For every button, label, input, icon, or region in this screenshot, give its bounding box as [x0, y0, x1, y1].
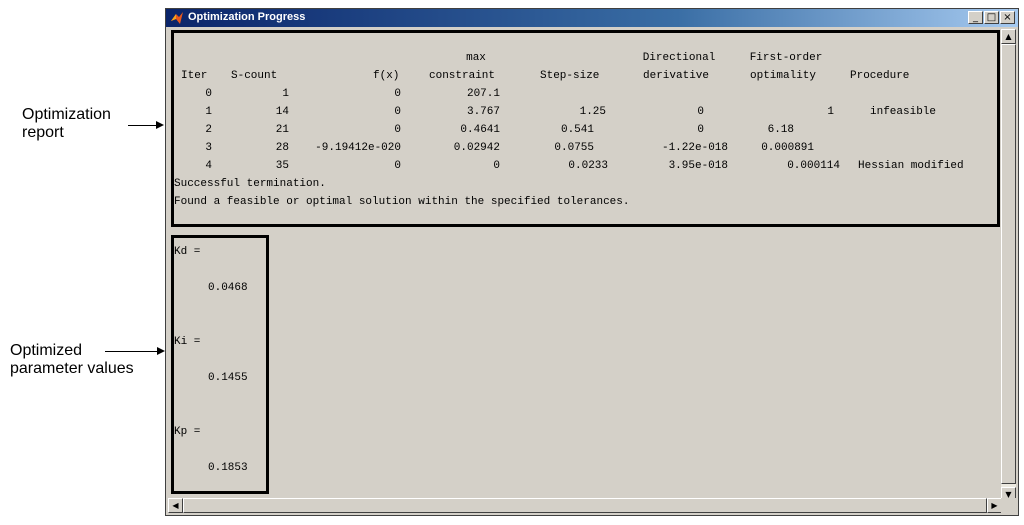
matlab-logo-icon — [171, 12, 183, 24]
annotation-line-2: parameter values — [10, 360, 134, 377]
optimized-parameters-box: Kd = 0.0468 Ki = 0.1455 Kp = 0.1853 — [171, 235, 269, 494]
header-max: max — [466, 52, 486, 64]
scroll-left-button[interactable]: ◀ — [168, 498, 183, 513]
cell-procedure: Hessian modified — [858, 160, 964, 172]
scroll-up-button[interactable]: ▲ — [1001, 29, 1016, 44]
annotation-leader-line — [128, 125, 156, 126]
cell-optimality: 0.000114 — [787, 160, 840, 172]
annotation-line-1: Optimization — [22, 106, 111, 123]
cell-s-count: 21 — [275, 124, 289, 136]
cell-optimality: 1 — [827, 106, 834, 118]
termination-message: Found a feasible or optimal solution wit… — [174, 196, 630, 208]
cell-constraint: 0.02942 — [453, 142, 500, 154]
col-header-procedure: Procedure — [850, 70, 910, 82]
horizontal-scrollbar[interactable]: ◀ ▶ — [168, 498, 1002, 513]
cell-s-count: 14 — [275, 106, 289, 118]
cell-procedure: infeasible — [870, 106, 937, 118]
window-controls: _ □ × — [968, 11, 1015, 24]
param-kd-value: 0.0468 — [208, 282, 248, 294]
cell-constraint: 0 — [493, 160, 500, 172]
close-button[interactable]: × — [1000, 11, 1015, 24]
cell-fx: 0 — [394, 88, 401, 100]
maximize-button[interactable]: □ — [984, 11, 999, 24]
col-header-iter: Iter — [181, 70, 208, 82]
param-ki-value: 0.1455 — [208, 372, 248, 384]
vertical-scroll-thumb[interactable] — [1001, 44, 1016, 484]
cell-iter: 3 — [205, 142, 212, 154]
horizontal-scroll-thumb[interactable] — [183, 498, 987, 513]
header-first-order: First-order — [749, 52, 823, 64]
cell-s-count: 1 — [282, 88, 289, 100]
cell-constraint: 3.767 — [466, 106, 500, 118]
cell-iter: 4 — [205, 160, 212, 172]
annotation-arrow-icon — [156, 121, 164, 129]
cell-step-size: 1.25 — [579, 106, 606, 118]
param-kd-label: Kd = — [174, 246, 201, 258]
cell-iter: 0 — [205, 88, 212, 100]
cell-s-count: 28 — [275, 142, 289, 154]
annotation-optimized-parameters: Optimized parameter values — [10, 342, 134, 378]
cell-step-size: 0.0233 — [568, 160, 608, 172]
cell-fx: -9.19412e-020 — [315, 142, 401, 154]
cell-iter: 2 — [205, 124, 212, 136]
param-kp-label: Kp = — [174, 426, 201, 438]
minimize-button[interactable]: _ — [968, 11, 983, 24]
cell-step-size: 0.541 — [560, 124, 594, 136]
cell-constraint: 0.4641 — [460, 124, 500, 136]
header-directional: Directional — [642, 52, 716, 64]
termination-status: Successful termination. — [174, 178, 326, 190]
window-title: Optimization Progress — [188, 11, 306, 23]
col-header-s-count: S-count — [231, 70, 278, 82]
size-grip[interactable] — [1001, 498, 1016, 513]
col-header-derivative: derivative — [643, 70, 710, 82]
col-header-step-size: Step-size — [540, 70, 600, 82]
cell-optimality: 0.000891 — [761, 142, 814, 154]
output-text-area[interactable]: max Directional First-order Iter S-count… — [168, 29, 1000, 503]
cell-constraint: 207.1 — [466, 88, 500, 100]
cell-fx: 0 — [394, 160, 401, 172]
optimization-progress-window: Optimization Progress _ □ × max Directio… — [165, 8, 1019, 516]
param-ki-label: Ki = — [174, 336, 201, 348]
annotation-arrow-icon — [157, 347, 165, 355]
col-header-optimality: optimality — [750, 70, 817, 82]
annotation-line-2: report — [22, 124, 64, 141]
param-kp-value: 0.1853 — [208, 462, 248, 474]
cell-derivative: 0 — [697, 124, 704, 136]
cell-derivative: 3.95e-018 — [668, 160, 728, 172]
col-header-fx: f(x) — [373, 70, 400, 82]
cell-iter: 1 — [205, 106, 212, 118]
cell-s-count: 35 — [275, 160, 289, 172]
scroll-right-button[interactable]: ▶ — [987, 498, 1002, 513]
cell-fx: 0 — [394, 106, 401, 118]
cell-derivative: -1.22e-018 — [661, 142, 728, 154]
vertical-scrollbar[interactable]: ▲ ▼ — [1001, 29, 1016, 502]
cell-derivative: 0 — [697, 106, 704, 118]
col-header-constraint: constraint — [429, 70, 496, 82]
cell-optimality: 6.18 — [767, 124, 794, 136]
cell-step-size: 0.0755 — [554, 142, 594, 154]
annotation-optimization-report: Optimization report — [22, 106, 111, 142]
cell-fx: 0 — [394, 124, 401, 136]
title-bar[interactable]: Optimization Progress _ □ × — [166, 9, 1018, 27]
optimization-report-box: max Directional First-order Iter S-count… — [171, 30, 1000, 227]
annotation-leader-line — [105, 351, 157, 352]
